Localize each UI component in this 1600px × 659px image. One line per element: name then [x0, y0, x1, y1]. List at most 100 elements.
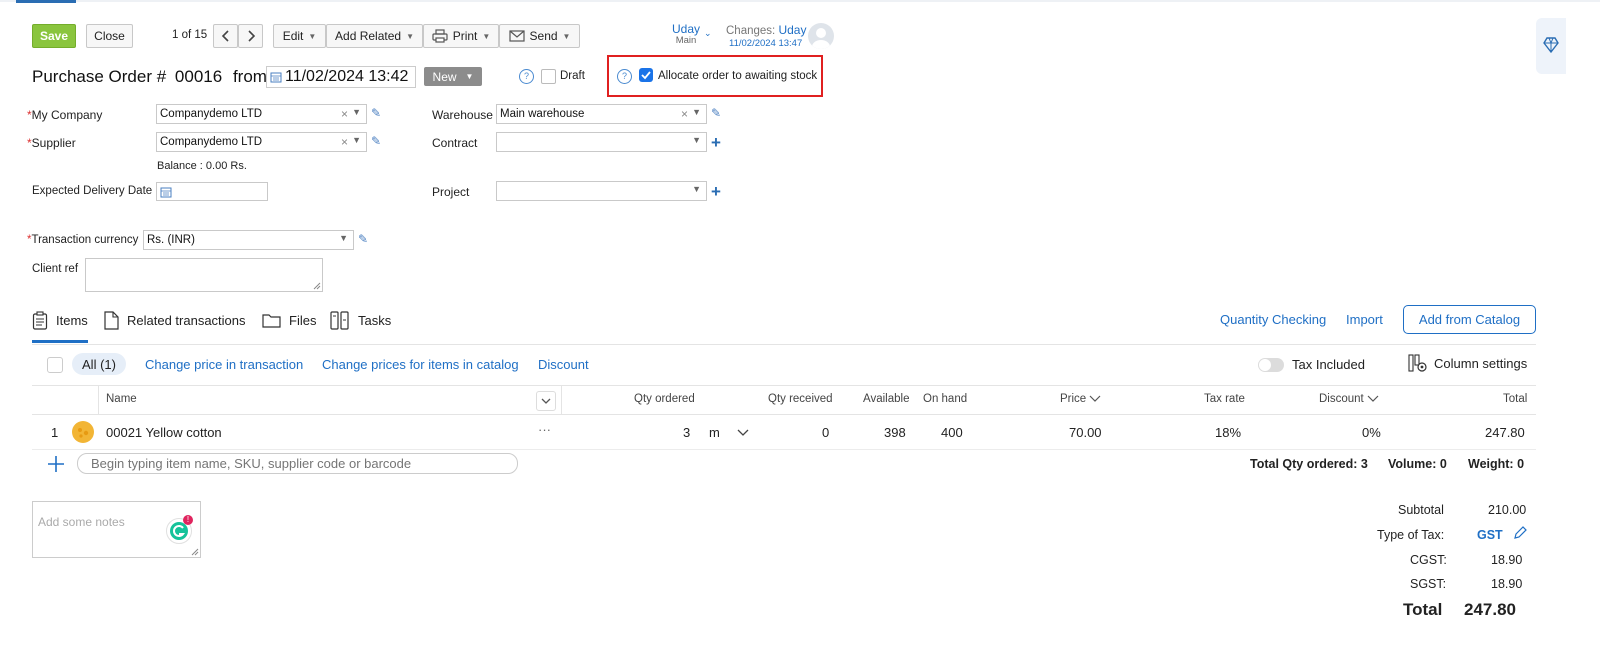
tab-files-label: Files	[289, 312, 317, 328]
select-all-checkbox[interactable]	[47, 357, 63, 373]
changes-info: Changes: Uday	[726, 23, 806, 37]
grand-total-label: Total	[1403, 600, 1443, 619]
add-item-search-input[interactable]	[77, 453, 518, 474]
pencil-icon[interactable]: ✎	[358, 232, 368, 246]
col-tax-rate[interactable]: Tax rate	[1204, 393, 1245, 405]
row-divider	[32, 449, 1536, 450]
notes-textarea[interactable]: Add some notes !	[32, 501, 201, 558]
next-record-button[interactable]	[238, 24, 263, 48]
save-button[interactable]: Save	[32, 24, 76, 48]
my-company-select[interactable]: Companydemo LTD × ▼	[156, 104, 367, 124]
contract-label: Contract	[432, 136, 478, 150]
column-settings-button[interactable]: Column settings	[1408, 353, 1527, 373]
allocate-checkbox[interactable]	[639, 68, 653, 82]
pencil-icon[interactable]: ✎	[371, 106, 381, 120]
add-from-catalog-button[interactable]: Add from Catalog	[1403, 305, 1536, 334]
resize-handle-icon[interactable]	[313, 282, 321, 290]
col-discount[interactable]: Discount	[1319, 393, 1379, 405]
checkmark-icon	[641, 71, 651, 80]
unit-dropdown[interactable]	[736, 427, 750, 441]
pencil-icon[interactable]: ✎	[371, 134, 381, 148]
expected-delivery-field[interactable]	[156, 182, 268, 201]
caret-down-icon: ▼	[692, 184, 701, 194]
calendar-icon	[160, 187, 172, 198]
order-date-field[interactable]: 11/02/2024 13:42	[266, 66, 416, 88]
add-contract-icon[interactable]: +	[711, 134, 721, 151]
user-menu[interactable]: Uday Main	[672, 22, 700, 46]
avatar[interactable]	[808, 23, 834, 49]
filter-all-chip[interactable]: All (1)	[72, 353, 126, 375]
price-value[interactable]: 70.00	[1069, 425, 1102, 440]
col-qty-received[interactable]: Qty received	[768, 393, 833, 405]
item-thumbnail	[72, 421, 94, 443]
resize-handle-icon[interactable]	[191, 548, 199, 556]
import-link[interactable]: Import	[1346, 312, 1383, 327]
subtotal-value: 210.00	[1488, 503, 1527, 517]
col-total[interactable]: Total	[1503, 393, 1527, 405]
total-qty-text: Total Qty ordered: 3	[1250, 457, 1368, 471]
warehouse-select[interactable]: Main warehouse × ▼	[496, 104, 707, 124]
balance-text: Balance : 0.00 Rs.	[157, 160, 247, 172]
tab-items[interactable]: Items	[32, 310, 88, 330]
tax-included-toggle[interactable]	[1258, 358, 1284, 372]
previous-record-button[interactable]	[213, 24, 238, 48]
clear-icon[interactable]: ×	[341, 135, 348, 149]
col-available[interactable]: Available	[863, 393, 909, 405]
tax-rate-value[interactable]: 18%	[1215, 425, 1241, 440]
caret-down-icon: ▼	[692, 135, 701, 145]
col-price[interactable]: Price	[1060, 393, 1101, 405]
item-name-link[interactable]: 00021 Yellow cotton	[106, 425, 222, 440]
draft-checkbox[interactable]	[541, 69, 556, 84]
tab-related-transactions[interactable]: Related transactions	[103, 310, 246, 330]
quantity-checking-link[interactable]: Quantity Checking	[1220, 312, 1326, 327]
change-prices-catalog-link[interactable]: Change prices for items in catalog	[322, 357, 519, 372]
add-related-menu-button[interactable]: Add Related ▼	[326, 24, 423, 48]
on-hand-value: 400	[941, 425, 963, 440]
caret-down-icon: ▼	[406, 31, 414, 41]
pencil-icon[interactable]: ✎	[711, 106, 721, 120]
col-on-hand[interactable]: On hand	[923, 393, 967, 405]
close-button[interactable]: Close	[86, 24, 133, 48]
tab-tasks[interactable]: Tasks	[330, 310, 391, 330]
changes-label: Changes:	[726, 25, 776, 37]
sgst-value: 18.90	[1491, 577, 1523, 591]
expected-delivery-label: Expected Delivery Date	[32, 185, 153, 197]
caret-down-icon: ▼	[465, 72, 474, 81]
add-item-icon[interactable]	[47, 455, 65, 476]
discount-value[interactable]: 0%	[1362, 425, 1381, 440]
edit-tax-type-button[interactable]	[1512, 525, 1528, 544]
col-name[interactable]: Name	[106, 393, 137, 405]
caret-down-icon: ▼	[482, 31, 491, 41]
contract-select[interactable]: ▼	[496, 132, 707, 152]
project-select[interactable]: ▼	[496, 181, 707, 201]
supplier-select[interactable]: Companydemo LTD × ▼	[156, 132, 367, 152]
pencil-icon	[1514, 526, 1527, 539]
help-icon[interactable]: ?	[617, 69, 632, 84]
tab-files[interactable]: Files	[262, 310, 316, 330]
print-menu-button[interactable]: Print ▼	[423, 24, 499, 48]
currency-select[interactable]: Rs. (INR) ▼	[143, 230, 354, 250]
help-icon[interactable]: ?	[519, 69, 534, 84]
side-panel-toggle[interactable]	[1536, 18, 1566, 74]
caret-down-icon: ▼	[352, 135, 361, 145]
client-ref-textarea[interactable]	[85, 258, 323, 292]
status-dropdown[interactable]: New ▼	[424, 67, 482, 86]
tax-type-value[interactable]: GST	[1477, 528, 1503, 542]
add-project-icon[interactable]: +	[711, 183, 721, 200]
gear-icon	[1408, 354, 1427, 372]
clear-icon[interactable]: ×	[681, 107, 688, 121]
qty-ordered-value[interactable]: 3	[683, 425, 690, 440]
row-more-icon[interactable]: ···	[538, 422, 551, 437]
edit-menu-button[interactable]: Edit ▼	[273, 24, 326, 48]
unit-value[interactable]: m	[709, 425, 720, 440]
tabs-divider	[32, 344, 1536, 345]
send-menu-button[interactable]: Send ▼	[499, 24, 580, 48]
change-price-transaction-link[interactable]: Change price in transaction	[145, 357, 303, 372]
col-qty-ordered[interactable]: Qty ordered	[634, 393, 695, 405]
currency-label: *Transaction currency	[27, 234, 139, 246]
discount-link[interactable]: Discount	[538, 357, 589, 372]
edit-label: Edit	[282, 29, 304, 43]
clear-icon[interactable]: ×	[341, 107, 348, 121]
name-column-toggle[interactable]	[536, 391, 556, 411]
folder-icon	[262, 314, 281, 328]
